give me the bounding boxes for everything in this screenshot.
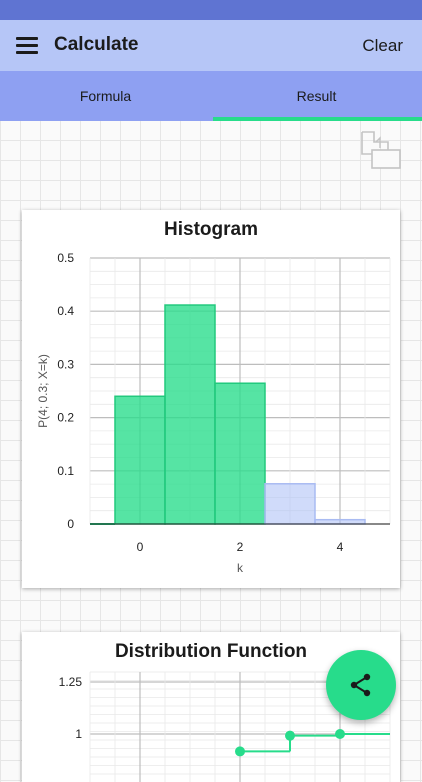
status-bar <box>0 0 422 20</box>
clear-button[interactable]: Clear <box>362 36 403 56</box>
y-tick-label: 0.1 <box>57 464 74 478</box>
x-tick-label: 2 <box>237 540 244 554</box>
step-point <box>335 729 345 739</box>
step-point <box>285 730 295 741</box>
histogram-bar <box>114 395 166 525</box>
histogram-bar <box>264 483 316 525</box>
histogram-bar <box>164 304 216 525</box>
y-tick-label: 0.4 <box>57 304 74 318</box>
y-tick-label: 0.3 <box>57 357 74 371</box>
share-button[interactable] <box>326 650 396 720</box>
x-axis-label: k <box>237 561 244 575</box>
y-tick-label: 0.2 <box>57 411 74 425</box>
histogram-bar <box>314 518 366 525</box>
tab-bar: Formula Result <box>0 71 422 121</box>
share-icon <box>350 673 371 697</box>
page-title: Calculate <box>54 34 139 55</box>
tab-formula[interactable]: Formula <box>0 71 211 121</box>
y-tick-label: 0 <box>67 517 74 531</box>
y-axis-label: P(4; 0.3; X=k) <box>36 354 50 428</box>
histogram-chart: 0 0.1 0.2 0.3 0.4 0.5 0 2 4 k P(4; 0.3; X=k) <box>36 251 391 575</box>
x-tick-label: 4 <box>337 540 344 554</box>
selected-tab-indicator <box>213 117 422 121</box>
x-tick-label: 0 <box>137 540 144 554</box>
view-toggle-icon[interactable] <box>358 130 404 172</box>
hamburger-menu-icon[interactable] <box>16 37 38 55</box>
y-tick-label: 0.5 <box>57 251 74 265</box>
step-point <box>235 746 245 757</box>
histogram-bar <box>214 382 266 525</box>
app-bar: Calculate Clear <box>0 20 422 71</box>
histogram-card: Histogram 0 0.1 0.2 0.3 0.4 0.5 0 2 4 k P(4; 0.3; … <box>22 210 400 588</box>
y-tick-label: 1 <box>75 727 82 741</box>
tab-result[interactable]: Result <box>211 71 422 121</box>
y-tick-label: 1.25 <box>59 675 83 689</box>
